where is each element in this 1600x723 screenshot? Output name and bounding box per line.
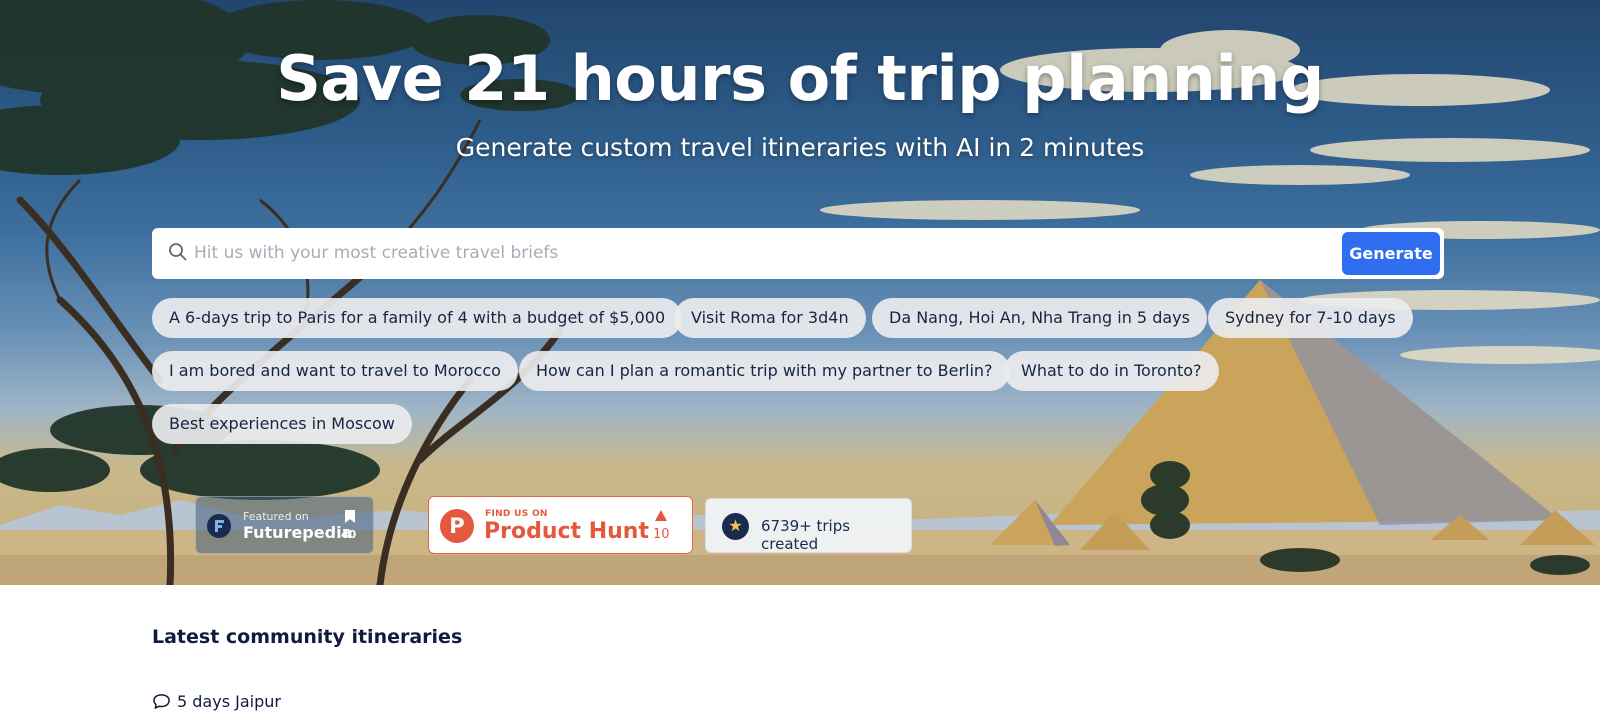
suggestion-chip[interactable]: Da Nang, Hoi An, Nha Trang in 5 days (872, 298, 1207, 338)
bookmark-icon (345, 510, 355, 523)
producthunt-badge[interactable]: P FIND US ON Product Hunt 10 (428, 496, 693, 554)
futurepedia-badge[interactable]: Featured on Futurepedia 40 (195, 496, 374, 554)
suggestion-chip[interactable]: Sydney for 7-10 days (1208, 298, 1413, 338)
suggestion-chip[interactable]: What to do in Toronto? (1004, 351, 1219, 391)
futurepedia-logo-icon (207, 514, 231, 538)
search-input[interactable] (194, 238, 1244, 268)
upvote-triangle-icon (655, 510, 667, 521)
futurepedia-caption: Featured on (243, 510, 309, 523)
producthunt-count: 10 (653, 527, 670, 542)
search-bar: Generate (152, 228, 1444, 279)
futurepedia-name: Futurepedia (243, 523, 353, 542)
hero-subtitle: Generate custom travel itineraries with … (455, 133, 1145, 162)
suggestion-chip[interactable]: How can I plan a romantic trip with my p… (519, 351, 1010, 391)
trips-created-text: 6739+ trips created (761, 517, 851, 553)
comment-icon (153, 694, 170, 709)
suggestion-chip[interactable]: Best experiences in Moscow (152, 404, 412, 444)
producthunt-logo-icon: P (440, 509, 474, 543)
itinerary-title: 5 days Jaipur (177, 692, 281, 711)
hero-section: Save 21 hours of trip planning Generate … (0, 0, 1600, 585)
producthunt-caption: FIND US ON (485, 509, 548, 519)
star-icon: ★ (722, 513, 749, 540)
suggestion-chip[interactable]: A 6-days trip to Paris for a family of 4… (152, 298, 683, 338)
itinerary-item[interactable]: 5 days Jaipur (152, 692, 281, 711)
suggestion-chip[interactable]: Visit Roma for 3d4n (674, 298, 866, 338)
hero-title: Save 21 hours of trip planning (276, 42, 1324, 115)
futurepedia-count: 40 (341, 528, 357, 541)
community-heading: Latest community itineraries (152, 626, 463, 648)
generate-button[interactable]: Generate (1342, 232, 1440, 275)
trips-created-badge: ★ 6739+ trips created (705, 498, 912, 553)
search-icon (169, 243, 187, 261)
producthunt-name: Product Hunt (484, 519, 649, 544)
suggestion-chip[interactable]: I am bored and want to travel to Morocco (152, 351, 518, 391)
